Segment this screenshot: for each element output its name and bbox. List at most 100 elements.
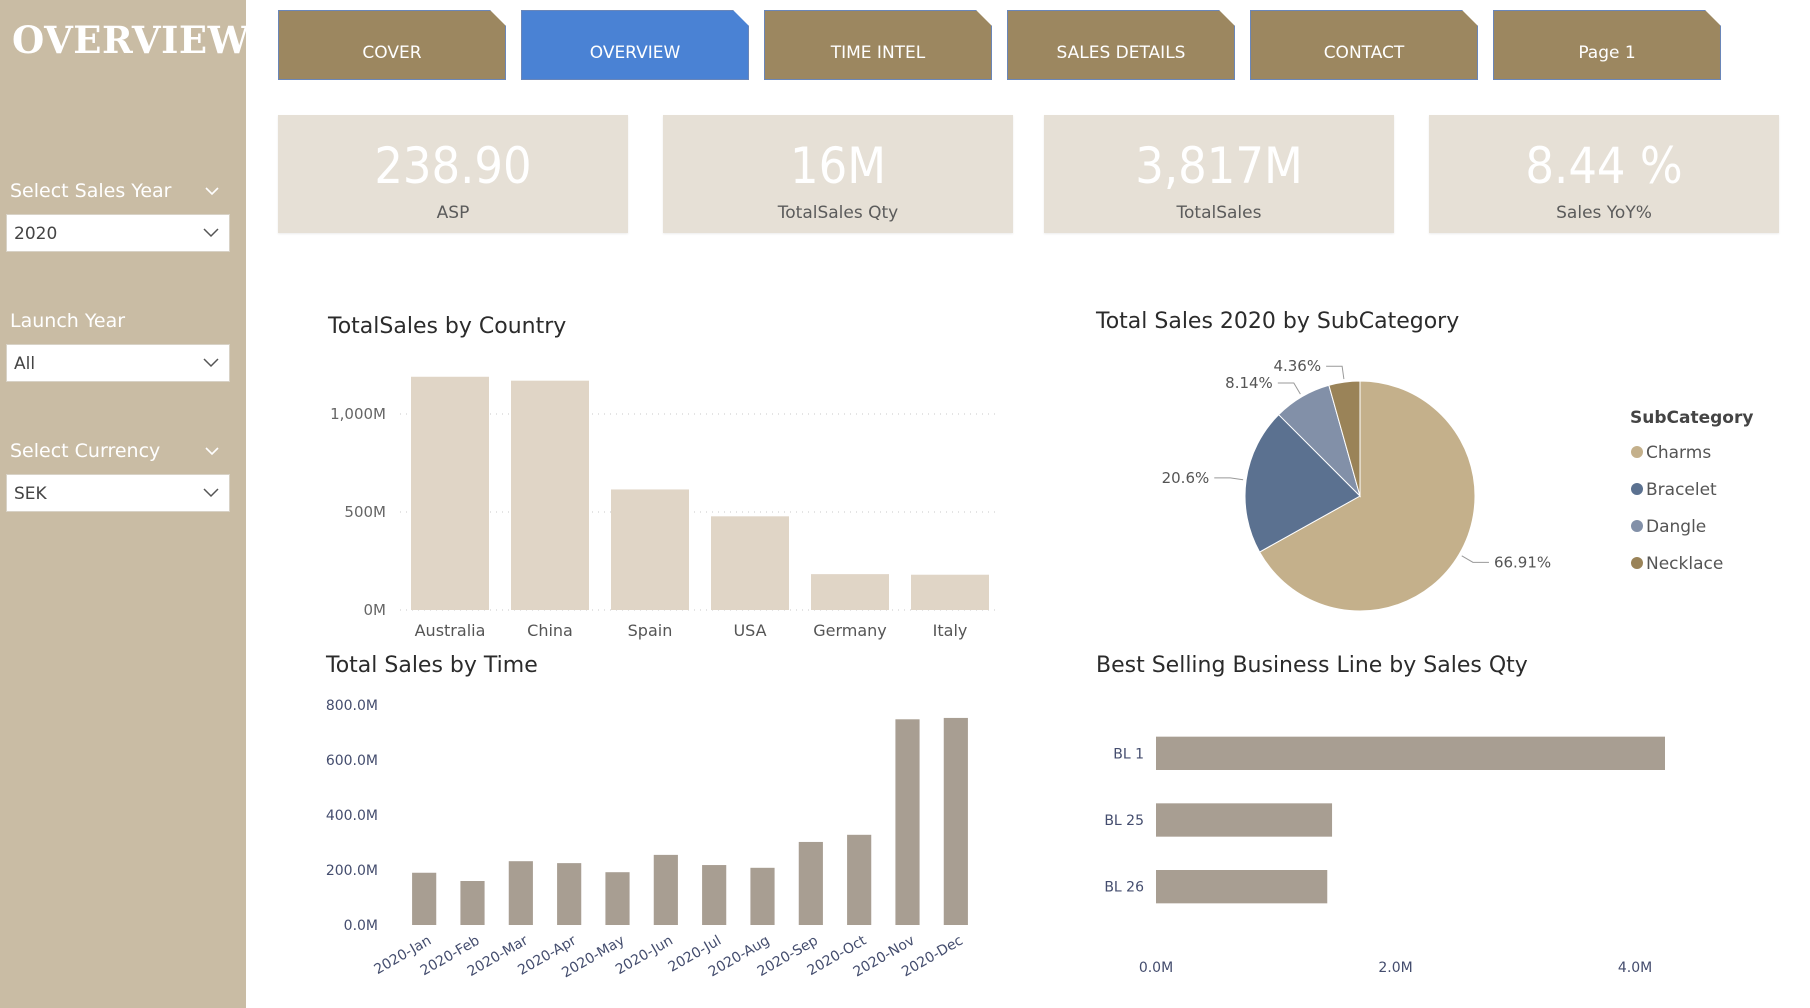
y-tick-label: 500M xyxy=(344,503,386,521)
x-tick-label: USA xyxy=(733,621,766,640)
tab-label: SALES DETAILS xyxy=(1056,43,1186,63)
subcategory-chart-title: Total Sales 2020 by SubCategory xyxy=(1096,309,1460,334)
data-label: 4.36% xyxy=(1273,357,1321,375)
tab-sales-details[interactable]: SALES DETAILS xyxy=(1007,10,1235,80)
chevron-down-icon[interactable] xyxy=(205,184,219,198)
tab-label: TIME INTEL xyxy=(830,43,926,63)
x-tick-label: Italy xyxy=(933,621,968,640)
bar xyxy=(911,574,989,610)
kpi-label: TotalSales Qty xyxy=(777,203,899,223)
chevron-down-icon[interactable] xyxy=(205,444,219,458)
x-tick-label: 4.0M xyxy=(1618,960,1652,976)
business-line-chart-title: Best Selling Business Line by Sales Qty xyxy=(1096,653,1528,678)
page-title: OVERVIEW xyxy=(12,18,250,62)
country-sales-chart[interactable]: 0M 500M 1,000M Australia China Spain USA German… xyxy=(300,345,1020,645)
currency-label: Select Currency xyxy=(10,440,161,462)
kpi-label: TotalSales xyxy=(1176,203,1262,223)
currency-value: SEK xyxy=(14,484,47,504)
sales-year-label: Select Sales Year xyxy=(10,180,172,202)
y-tick-label: BL 1 xyxy=(1113,746,1144,762)
leader-line xyxy=(1214,477,1244,481)
kpi-value: 8.44 % xyxy=(1525,137,1683,195)
tab-label: CONTACT xyxy=(1323,43,1405,63)
business-line-chart[interactable]: BL 1 BL 25 BL 26 0.0M 2.0M 4.0M xyxy=(1090,690,1790,980)
bar xyxy=(943,717,968,925)
launch-year-label: Launch Year xyxy=(10,310,126,332)
bar xyxy=(508,861,533,925)
kpi-card-totalsales-qty: 16M TotalSales Qty xyxy=(663,115,1013,233)
bar xyxy=(798,841,823,925)
bar xyxy=(1156,736,1665,770)
bar xyxy=(1156,870,1328,904)
y-tick-label: 1,000M xyxy=(330,405,386,423)
sales-year-dropdown[interactable]: 2020 xyxy=(6,214,230,252)
x-tick-label: Spain xyxy=(628,621,673,640)
tab-label: Page 1 xyxy=(1578,43,1636,63)
bar xyxy=(511,380,589,610)
tab-contact[interactable]: CONTACT xyxy=(1250,10,1478,80)
tab-label: COVER xyxy=(362,43,422,63)
data-label: 66.91% xyxy=(1494,553,1551,571)
x-tick-label: China xyxy=(527,621,573,640)
y-tick-label: 400.0M xyxy=(326,808,378,824)
launch-year-value: All xyxy=(14,354,36,374)
x-tick-label: Germany xyxy=(813,621,887,640)
leader-line xyxy=(1326,365,1345,380)
kpi-value: 238.90 xyxy=(374,137,532,195)
kpi-value: 16M xyxy=(789,137,887,195)
time-chart-title: Total Sales by Time xyxy=(326,653,538,678)
launch-year-dropdown[interactable]: All xyxy=(6,344,230,382)
sales-year-value: 2020 xyxy=(14,224,58,244)
legend-marker xyxy=(1631,446,1643,458)
legend-item: Charms xyxy=(1646,443,1711,463)
data-label: 8.14% xyxy=(1225,374,1273,392)
x-tick-label: Australia xyxy=(415,621,486,640)
tab-time-intel[interactable]: TIME INTEL xyxy=(764,10,992,80)
legend-item: Necklace xyxy=(1646,554,1723,574)
legend-marker xyxy=(1631,483,1643,495)
bar xyxy=(611,489,689,610)
bar xyxy=(605,872,630,925)
sidebar: OVERVIEW Select Sales Year 2020 Launch Y… xyxy=(0,0,249,1008)
bar xyxy=(1156,803,1333,837)
kpi-card-asp: 238.90 ASP xyxy=(278,115,628,233)
country-chart-title: TotalSales by Country xyxy=(328,314,567,339)
legend-marker xyxy=(1631,557,1643,569)
kpi-label: ASP xyxy=(436,203,470,223)
kpi-value: 3,817M xyxy=(1135,137,1303,195)
kpi-card-totalsales: 3,817M TotalSales xyxy=(1044,115,1394,233)
bar xyxy=(460,881,485,925)
bar xyxy=(411,376,489,610)
time-sales-chart[interactable]: 0.0M200.0M400.0M600.0M800.0M2020-Jan2020… xyxy=(300,685,1000,995)
leader-line xyxy=(1461,555,1489,563)
tab-overview[interactable]: OVERVIEW xyxy=(521,10,749,80)
tab-label: OVERVIEW xyxy=(589,43,681,63)
tab-cover[interactable]: COVER xyxy=(278,10,506,80)
kpi-label: Sales YoY% xyxy=(1556,203,1652,223)
bar xyxy=(702,865,727,925)
bar xyxy=(557,863,582,925)
bar xyxy=(847,834,872,925)
bar xyxy=(412,872,437,925)
bar xyxy=(653,854,678,925)
y-tick-label: BL 25 xyxy=(1104,813,1144,829)
chevron-down-icon xyxy=(203,228,219,238)
bar xyxy=(711,516,789,610)
x-tick-label: 2.0M xyxy=(1378,960,1412,976)
y-tick-label: 800.0M xyxy=(326,698,378,714)
subcategory-pie-chart[interactable]: 66.91% 20.6% 8.14%4.36% SubCategory Charms Br… xyxy=(1110,345,1790,635)
leader-line xyxy=(1277,382,1301,395)
y-tick-label: BL 26 xyxy=(1104,880,1144,896)
legend-item: Dangle xyxy=(1646,517,1706,537)
currency-dropdown[interactable]: SEK xyxy=(6,474,230,512)
chevron-down-icon xyxy=(203,488,219,498)
chevron-down-icon xyxy=(203,358,219,368)
tab-page-1[interactable]: Page 1 xyxy=(1493,10,1721,80)
bar xyxy=(750,867,775,925)
x-tick-label: 0.0M xyxy=(1139,960,1173,976)
y-tick-label: 0M xyxy=(364,601,387,619)
y-tick-label: 0.0M xyxy=(344,918,378,934)
y-tick-label: 200.0M xyxy=(326,863,378,879)
data-label: 20.6% xyxy=(1162,469,1210,487)
legend-title: SubCategory xyxy=(1630,408,1753,428)
